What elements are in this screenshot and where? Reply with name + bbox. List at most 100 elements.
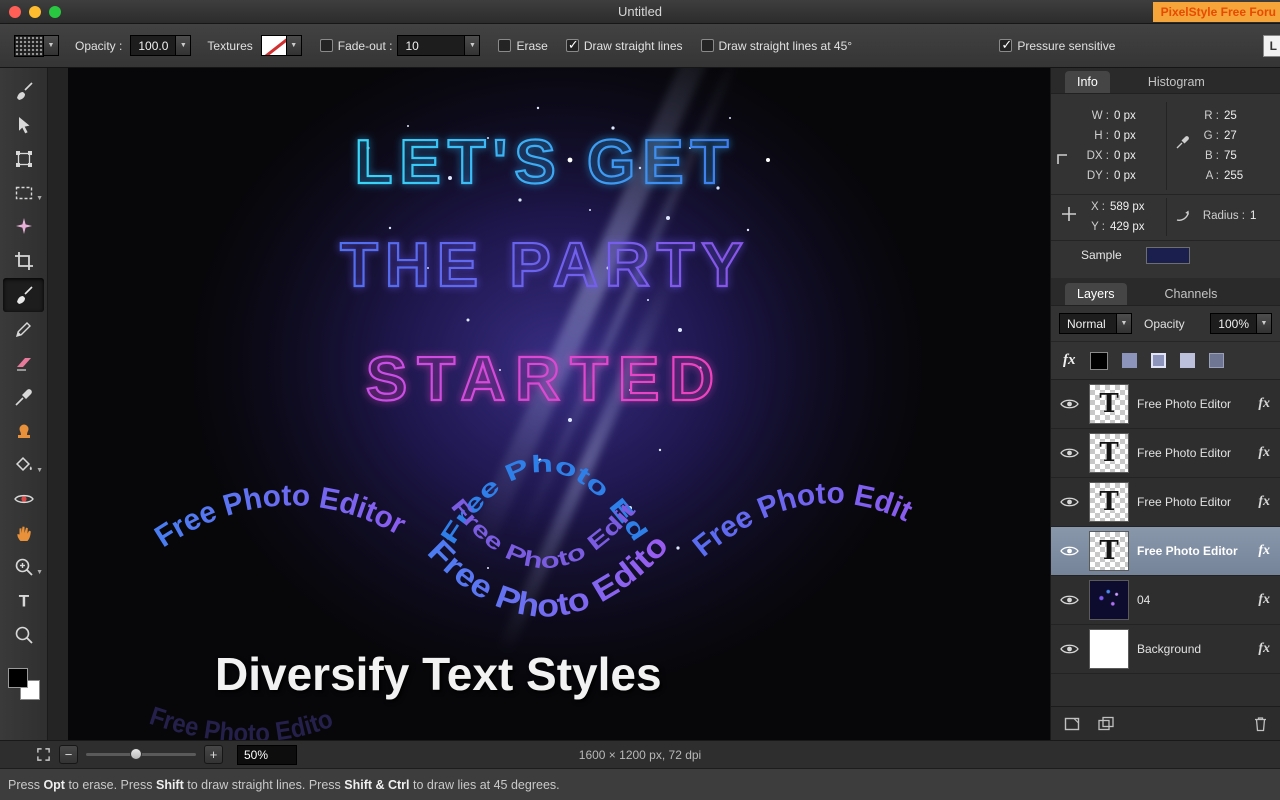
visibility-toggle[interactable] bbox=[1057, 397, 1081, 411]
erase-group: Erase bbox=[498, 39, 547, 53]
tool-eraser[interactable] bbox=[0, 346, 47, 380]
straight-lines-checkbox[interactable] bbox=[566, 39, 579, 52]
neon-title: LET'S GET THE PARTY STARTED bbox=[340, 128, 750, 414]
fadeout-dropdown[interactable]: 10 bbox=[397, 35, 480, 56]
layer-row[interactable]: Background fx bbox=[1051, 625, 1280, 674]
pressure-checkbox[interactable] bbox=[999, 39, 1012, 52]
layer-name[interactable]: Background bbox=[1137, 642, 1250, 656]
layer-name[interactable]: Free Photo Editor bbox=[1137, 495, 1250, 509]
tool-crop[interactable] bbox=[0, 244, 47, 278]
layer-thumbnail[interactable]: T bbox=[1089, 384, 1129, 424]
layer-fx-button[interactable]: fx bbox=[1258, 543, 1270, 559]
delete-layer-icon[interactable] bbox=[1253, 715, 1268, 732]
blend-mode-arrow[interactable] bbox=[1116, 313, 1132, 334]
eye-icon bbox=[1060, 593, 1079, 607]
visibility-toggle[interactable] bbox=[1057, 593, 1081, 607]
zoom-in-button[interactable]: + bbox=[204, 745, 223, 764]
tool-magic-wand[interactable] bbox=[0, 210, 47, 244]
status-bar: Press Opt to erase. Press Shift to draw … bbox=[0, 768, 1280, 800]
bucket-dropdown-arrow[interactable] bbox=[36, 467, 43, 474]
opacity-value[interactable]: 100.0 bbox=[130, 35, 176, 56]
tool-stamp[interactable] bbox=[0, 414, 47, 448]
text-layer-glyph: T bbox=[1099, 438, 1118, 468]
shadow-style-1-button[interactable] bbox=[1122, 353, 1137, 368]
opacity-dropdown[interactable]: 100.0 bbox=[130, 35, 191, 56]
brush-dropdown-arrow[interactable] bbox=[43, 35, 59, 56]
tool-paint-bucket[interactable] bbox=[0, 448, 47, 482]
layer-row[interactable]: T Free Photo Editor fx bbox=[1051, 380, 1280, 429]
visibility-toggle[interactable] bbox=[1057, 446, 1081, 460]
tool-red-eye[interactable] bbox=[0, 482, 47, 516]
tool-pencil[interactable] bbox=[0, 312, 47, 346]
brush-picker[interactable] bbox=[14, 35, 59, 57]
zoom-slider[interactable] bbox=[86, 753, 196, 756]
layer-thumbnail[interactable]: T bbox=[1089, 433, 1129, 473]
erase-checkbox[interactable] bbox=[498, 39, 511, 52]
blend-mode-value[interactable]: Normal bbox=[1059, 313, 1117, 334]
tool-zoom-in[interactable] bbox=[0, 550, 47, 584]
layer-thumbnail[interactable]: T bbox=[1089, 531, 1129, 571]
layer-thumbnail[interactable]: T bbox=[1089, 482, 1129, 522]
zoom-out-button[interactable]: − bbox=[59, 745, 78, 764]
layer-name[interactable]: Free Photo Editor bbox=[1137, 397, 1250, 411]
visibility-toggle[interactable] bbox=[1057, 544, 1081, 558]
tool-brush[interactable] bbox=[3, 278, 44, 312]
tab-channels[interactable]: Channels bbox=[1153, 283, 1230, 305]
fit-screen-icon[interactable] bbox=[36, 747, 51, 762]
blend-mode-dropdown[interactable]: Normal bbox=[1059, 313, 1132, 334]
fadeout-dropdown-arrow[interactable] bbox=[464, 35, 480, 56]
textures-dropdown-arrow[interactable] bbox=[286, 35, 302, 56]
opacity-dropdown-arrow[interactable] bbox=[175, 35, 191, 56]
shadow-style-3-button[interactable] bbox=[1180, 353, 1195, 368]
layer-fx-button[interactable]: fx bbox=[1258, 641, 1270, 657]
layer-opacity-arrow[interactable] bbox=[1256, 313, 1272, 334]
layer-thumbnail[interactable] bbox=[1089, 580, 1129, 620]
toolbar-partial-control[interactable]: L bbox=[1263, 35, 1280, 57]
layer-fx-button[interactable]: fx bbox=[1258, 445, 1270, 461]
zoom-slider-thumb[interactable] bbox=[130, 748, 142, 760]
foreground-color-swatch[interactable] bbox=[8, 668, 28, 688]
layer-fx-button[interactable]: fx bbox=[1258, 592, 1270, 608]
promo-link[interactable]: PixelStyle Free Foru bbox=[1153, 2, 1280, 22]
straight-45-checkbox[interactable] bbox=[701, 39, 714, 52]
textures-picker[interactable] bbox=[261, 35, 302, 56]
tool-zoom[interactable] bbox=[0, 618, 47, 652]
layer-name[interactable]: Free Photo Editor bbox=[1137, 544, 1250, 558]
canvas-document[interactable]: LET'S GET THE PARTY STARTED Free Photo E… bbox=[68, 68, 1050, 740]
visibility-toggle[interactable] bbox=[1057, 495, 1081, 509]
tool-hand[interactable] bbox=[0, 516, 47, 550]
fadeout-value[interactable]: 10 bbox=[397, 35, 465, 56]
layer-row[interactable]: 04 fx bbox=[1051, 576, 1280, 625]
layer-name[interactable]: 04 bbox=[1137, 593, 1250, 607]
color-swatches[interactable] bbox=[8, 668, 40, 700]
tab-info[interactable]: Info bbox=[1065, 71, 1110, 93]
tool-eyedropper[interactable] bbox=[0, 380, 47, 414]
layer-fx-button[interactable]: fx bbox=[1258, 396, 1270, 412]
marquee-dropdown-arrow[interactable] bbox=[36, 195, 43, 202]
tool-transform[interactable] bbox=[0, 142, 47, 176]
layer-opacity-dropdown[interactable]: 100% bbox=[1210, 313, 1272, 334]
layer-opacity-value[interactable]: 100% bbox=[1210, 313, 1257, 334]
tool-rect-select[interactable] bbox=[0, 176, 47, 210]
layer-row[interactable]: T Free Photo Editor fx bbox=[1051, 429, 1280, 478]
layer-row-selected[interactable]: T Free Photo Editor fx bbox=[1051, 527, 1280, 576]
shadow-style-2-button[interactable] bbox=[1151, 353, 1166, 368]
new-layer-icon[interactable] bbox=[1063, 716, 1081, 732]
shadow-style-4-button[interactable] bbox=[1209, 353, 1224, 368]
visibility-toggle[interactable] bbox=[1057, 642, 1081, 656]
zoom-dropdown-arrow[interactable] bbox=[36, 569, 43, 576]
duplicate-layer-icon[interactable] bbox=[1097, 716, 1115, 732]
fadeout-checkbox[interactable] bbox=[320, 39, 333, 52]
layer-row[interactable]: T Free Photo Editor fx bbox=[1051, 478, 1280, 527]
tool-paintbrush[interactable] bbox=[0, 74, 47, 108]
tab-layers[interactable]: Layers bbox=[1065, 283, 1127, 305]
fill-black-button[interactable] bbox=[1090, 352, 1108, 370]
layer-thumbnail[interactable] bbox=[1089, 629, 1129, 669]
window-title: Untitled bbox=[0, 4, 1280, 19]
zoom-value-field[interactable]: 50% bbox=[237, 745, 297, 765]
tool-move[interactable] bbox=[0, 108, 47, 142]
tool-text[interactable]: T bbox=[0, 584, 47, 618]
tab-histogram[interactable]: Histogram bbox=[1136, 71, 1217, 93]
layer-name[interactable]: Free Photo Editor bbox=[1137, 446, 1250, 460]
layer-fx-button[interactable]: fx bbox=[1258, 494, 1270, 510]
